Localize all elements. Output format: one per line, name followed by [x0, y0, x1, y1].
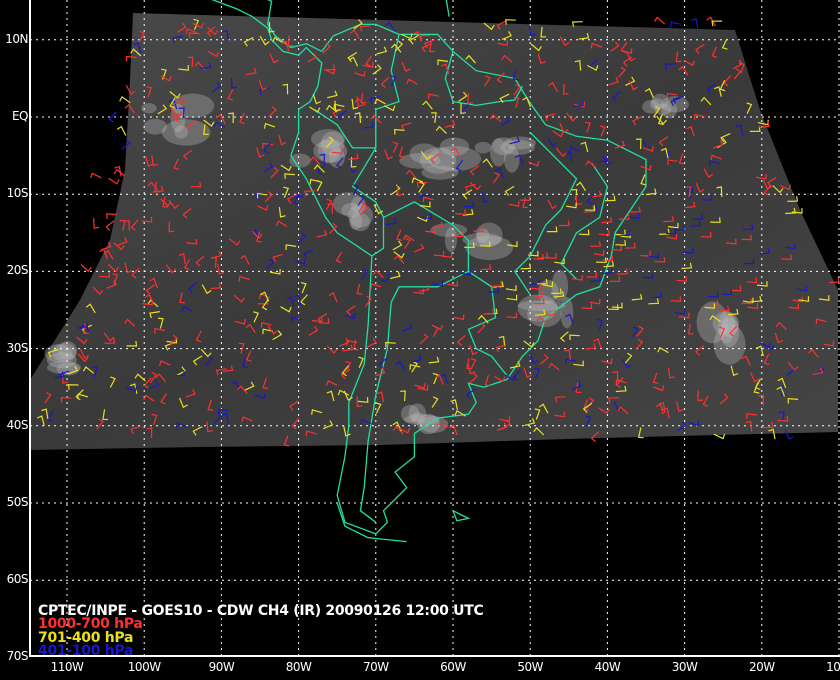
- lat-label: 10N: [5, 31, 28, 46]
- wind-barb: [108, 177, 120, 185]
- wind-barb: [691, 18, 699, 29]
- wind-barb: [93, 218, 100, 229]
- coastline-antilles: [445, 0, 450, 17]
- cloud: [419, 416, 448, 433]
- wind-barb: [653, 16, 666, 25]
- lon-label: 100W: [127, 660, 161, 674]
- cloud: [503, 136, 536, 150]
- lat-label: EQ: [11, 109, 29, 123]
- lon-label: 90W: [208, 660, 235, 674]
- legend-low-level: 1000-700 hPa: [38, 616, 143, 632]
- wind-barb: [113, 168, 125, 177]
- wind-barb: [670, 21, 682, 28]
- lon-label: 60W: [440, 660, 466, 674]
- lat-label: 10S: [6, 186, 29, 201]
- lat-label: 50S: [6, 495, 29, 509]
- wind-barb: [119, 96, 131, 104]
- lon-label: 70W: [362, 660, 389, 674]
- cloud: [57, 341, 78, 360]
- cloud: [289, 153, 311, 168]
- cloud: [444, 227, 457, 253]
- wind-barb: [80, 264, 92, 273]
- legend-high-level: 401-100 hPa: [38, 643, 134, 659]
- coastline-falklands: [451, 509, 471, 522]
- cloud: [174, 125, 188, 139]
- lon-label: 110W: [50, 660, 84, 674]
- lon-label: 10W: [826, 660, 840, 674]
- lat-label: 60S: [6, 572, 29, 587]
- lat-label: 70S: [6, 649, 29, 664]
- cloud: [475, 222, 503, 247]
- lon-label: 80W: [285, 660, 312, 674]
- lon-label: 40W: [594, 660, 621, 674]
- cloud: [474, 141, 492, 154]
- lon-label: 20W: [748, 660, 775, 674]
- lon-label: 30W: [671, 660, 698, 674]
- lat-label: 30S: [6, 340, 29, 355]
- wind-barb: [116, 125, 127, 136]
- lat-label: 20S: [6, 263, 29, 278]
- satellite-map: [29, 0, 840, 657]
- lat-label: 40S: [6, 417, 29, 432]
- cloud: [141, 103, 157, 114]
- cloud: [517, 300, 566, 312]
- wind-barb: [90, 172, 102, 179]
- cloud: [419, 147, 457, 174]
- cloud: [490, 138, 507, 167]
- coastline-fjords: [336, 502, 407, 543]
- lon-label: 50W: [517, 660, 543, 674]
- cloud: [651, 93, 669, 109]
